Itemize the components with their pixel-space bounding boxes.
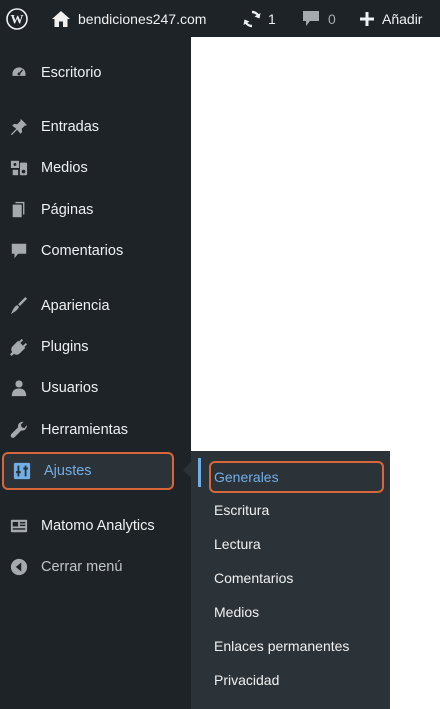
admin-bar: W bendiciones247.com 1 0 Añadir [0, 0, 440, 37]
svg-text:W: W [11, 11, 24, 26]
menu-label: Matomo Analytics [41, 518, 155, 534]
menu-label: Ajustes [44, 463, 92, 479]
comments-link[interactable]: 0 [302, 0, 336, 37]
paintbrush-icon [9, 296, 29, 316]
menu-item-paginas[interactable]: Páginas [0, 192, 191, 228]
menu-label: Apariencia [41, 298, 110, 314]
wordpress-logo-button[interactable]: W [6, 0, 28, 37]
menu-item-matomo-analytics[interactable]: Matomo Analytics [0, 508, 191, 544]
plugin-icon [9, 337, 29, 357]
menu-item-medios[interactable]: Medios [0, 150, 191, 186]
menu-label: Escritorio [41, 65, 102, 81]
submenu-item-medios[interactable]: Medios [214, 601, 259, 623]
media-icon [9, 158, 29, 178]
menu-label: Herramientas [41, 422, 129, 438]
menu-item-plugins[interactable]: Plugins [0, 329, 191, 365]
plus-icon [360, 11, 374, 26]
site-name: bendiciones247.com [78, 10, 207, 27]
menu-label: Cerrar menú [41, 559, 123, 575]
collapse-menu-button[interactable]: Cerrar menú [0, 549, 191, 585]
wrench-icon [9, 420, 29, 440]
menu-item-comentarios[interactable]: Comentarios [0, 233, 191, 269]
home-icon [52, 10, 70, 27]
new-content-button[interactable]: Añadir [360, 0, 422, 37]
menu-item-entradas[interactable]: Entradas [0, 109, 191, 145]
menu-item-ajustes[interactable]: Ajustes [2, 452, 174, 490]
menu-item-usuarios[interactable]: Usuarios [0, 370, 191, 406]
users-icon [9, 378, 29, 398]
menu-label: Comentarios [41, 243, 124, 259]
menu-label: Plugins [41, 339, 89, 355]
site-name-link[interactable]: bendiciones247.com [52, 0, 206, 37]
pin-icon [9, 117, 29, 137]
updates-count: 1 [268, 10, 276, 27]
ajustes-submenu: Generales Escritura Lectura Comentarios … [191, 451, 390, 709]
update-icon [243, 10, 261, 27]
submenu-item-escritura[interactable]: Escritura [214, 499, 269, 521]
menu-item-escritorio[interactable]: Escritorio [0, 55, 191, 91]
collapse-icon [9, 557, 29, 577]
submenu-item-comentarios[interactable]: Comentarios [214, 567, 293, 589]
analytics-icon [9, 516, 29, 536]
dashboard-icon [9, 63, 29, 83]
current-item-marker [198, 458, 201, 487]
submenu-item-lectura[interactable]: Lectura [214, 533, 261, 555]
menu-item-apariencia[interactable]: Apariencia [0, 288, 191, 324]
comment-icon [303, 11, 319, 26]
updates-link[interactable]: 1 [242, 0, 276, 37]
submenu-item-generales[interactable]: Generales [209, 461, 384, 493]
comments-count: 0 [328, 10, 336, 27]
wordpress-logo-icon: W [6, 7, 28, 30]
menu-item-herramientas[interactable]: Herramientas [0, 412, 191, 448]
submenu-item-enlaces-permanentes[interactable]: Enlaces permanentes [214, 635, 349, 657]
new-label: Añadir [382, 10, 423, 27]
menu-label: Entradas [41, 119, 100, 135]
settings-icon [12, 461, 32, 481]
menu-label: Páginas [41, 202, 94, 218]
submenu-item-privacidad[interactable]: Privacidad [214, 669, 279, 691]
submenu-pointer [183, 462, 191, 478]
menu-label: Usuarios [41, 380, 99, 396]
pages-icon [9, 200, 29, 220]
comment-icon [9, 241, 29, 261]
menu-label: Medios [41, 160, 88, 176]
